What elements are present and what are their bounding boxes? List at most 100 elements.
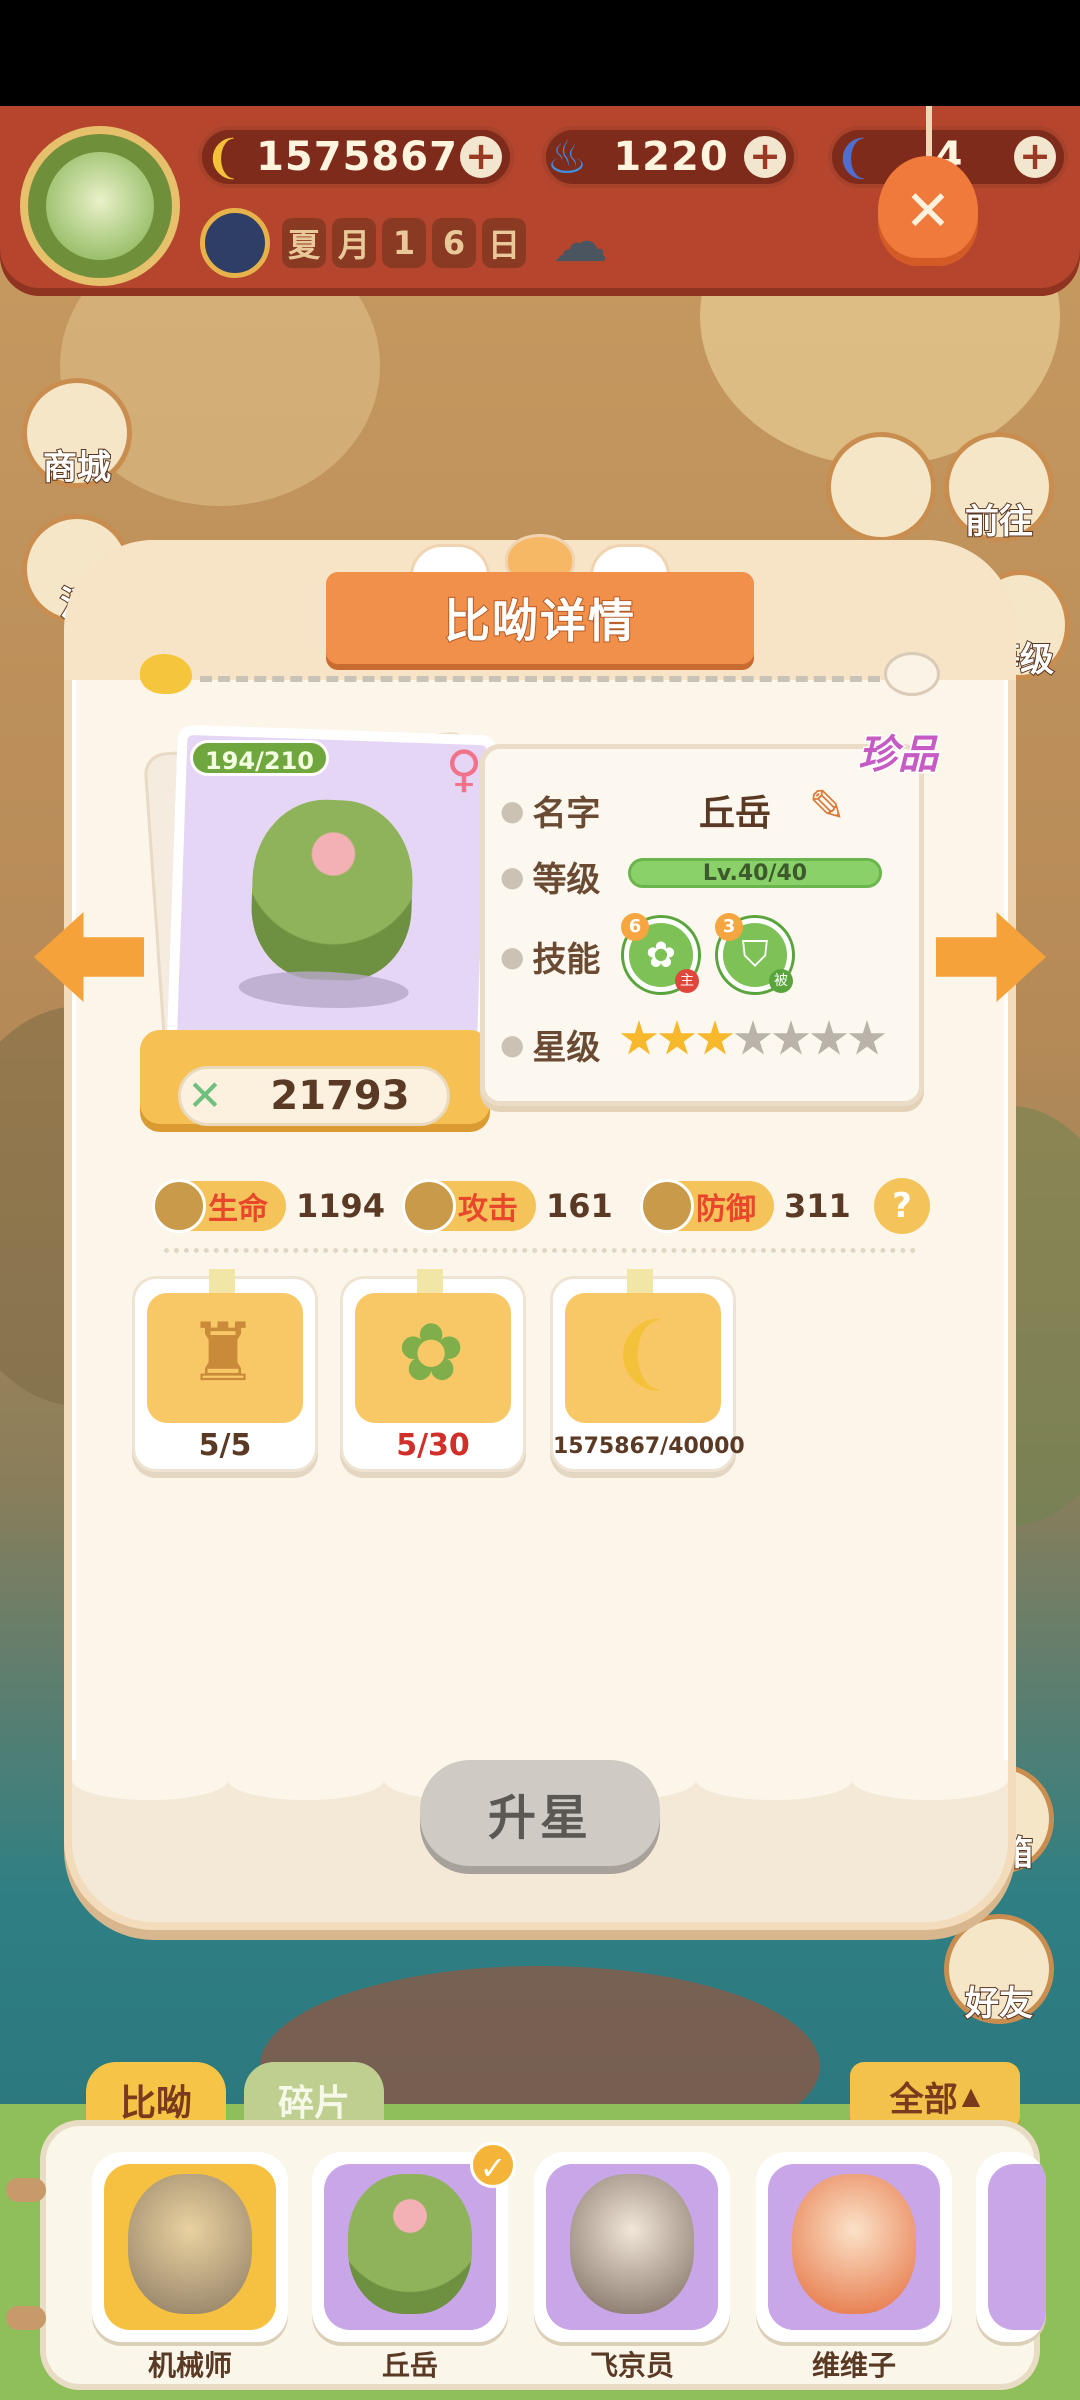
paw-icon: ● xyxy=(500,859,525,893)
banana-count: 1575867 xyxy=(256,134,458,180)
stat-defense: 防御 311 xyxy=(640,1178,851,1234)
add-flame-button[interactable]: + xyxy=(744,136,786,178)
stat-attack: 攻击 161 xyxy=(402,1178,613,1234)
shop-label: 商城 xyxy=(42,447,112,489)
check-icon: ✓ xyxy=(470,2142,516,2188)
pilot-portrait xyxy=(570,2174,694,2314)
date-char: 1 xyxy=(382,218,426,268)
day-night-clock-icon xyxy=(200,208,270,278)
avatar-image xyxy=(46,152,154,260)
date-char: 月 xyxy=(332,218,376,268)
pet-card[interactable] xyxy=(534,2152,730,2342)
date-char: 6 xyxy=(432,218,476,268)
star-label: 星级 xyxy=(532,1027,601,1068)
hp-icon xyxy=(152,1179,206,1233)
pet-name: 飞京员 xyxy=(589,2349,674,2382)
rarity-badge: 珍品 xyxy=(857,731,940,780)
statue-icon: ♜ xyxy=(187,1306,259,1399)
panel-title-ribbon: 比呦详情 xyxy=(326,572,754,664)
stat-label: 防御 xyxy=(696,1192,756,1227)
white-bird-icon xyxy=(884,652,940,696)
combat-power: ✕ 21793 xyxy=(178,1066,450,1126)
material-statue[interactable]: ♜ 5/5 xyxy=(132,1269,318,1472)
name-label: 名字 xyxy=(532,793,601,834)
add-blue-banana-button[interactable]: + xyxy=(1014,136,1056,178)
stat-hp: 生命 1194 xyxy=(152,1178,385,1234)
hook-decoration xyxy=(6,2306,46,2330)
skill-level: 6 xyxy=(621,913,649,941)
friends-button[interactable]: 好友 xyxy=(944,1914,1054,2025)
close-button[interactable]: ✕ xyxy=(878,106,978,272)
skill-level: 3 xyxy=(715,913,743,941)
weiweizi-portrait xyxy=(792,2174,916,2314)
shop-button[interactable]: 商城 xyxy=(22,378,132,489)
pet-card[interactable] xyxy=(92,2152,288,2342)
pet-card[interactable] xyxy=(756,2152,952,2342)
stat-label: 生命 xyxy=(208,1192,268,1227)
blue-flame-icon: ♨ xyxy=(546,130,588,184)
mechanic-portrait xyxy=(128,2174,252,2314)
goto-button[interactable]: 前往 xyxy=(944,432,1054,543)
character-name: 丘岳 xyxy=(698,793,771,834)
date-char: 夏 xyxy=(282,218,326,268)
skill-tag: 被 xyxy=(769,969,793,993)
skill-shield[interactable]: ⛉ 3 被 xyxy=(715,913,793,993)
skill-label: 技能 xyxy=(532,939,601,980)
character-sprite xyxy=(249,797,416,983)
name-row: ● 名字 xyxy=(500,780,600,840)
stat-value: 311 xyxy=(784,1187,851,1225)
star-empty-icon xyxy=(848,1020,886,1055)
material-shard[interactable]: ✿ 5/30 xyxy=(340,1269,526,1472)
star-filled-icon xyxy=(620,1020,658,1055)
star-empty-icon xyxy=(810,1020,848,1055)
material-banana[interactable]: ❨ 1575867/40000 xyxy=(550,1269,745,1472)
level-bar: Lv.40/40 xyxy=(628,858,882,888)
flame-currency: ♨ 1220 + xyxy=(542,126,798,188)
close-icon[interactable]: ✕ xyxy=(878,156,978,266)
shield-icon: ⛉ xyxy=(741,934,769,975)
stat-value: 161 xyxy=(546,1187,613,1225)
star-rating xyxy=(620,1020,886,1058)
attack-icon xyxy=(402,1179,456,1233)
status-bar xyxy=(0,0,1080,106)
stat-label: 攻击 xyxy=(458,1192,518,1227)
material-count: 5/30 xyxy=(396,1428,470,1463)
player-avatar[interactable] xyxy=(20,126,180,286)
stats-divider xyxy=(164,1248,916,1253)
paw-icon: ● xyxy=(500,939,525,973)
combat-power-value: 21793 xyxy=(270,1073,410,1119)
skill-row: ● 技能 xyxy=(500,926,600,986)
rain-cloud-icon[interactable]: ☁ xyxy=(540,210,620,280)
skill-tag: 主 xyxy=(675,969,699,993)
stat-value: 1194 xyxy=(296,1187,386,1225)
friends-label: 好友 xyxy=(964,1983,1034,2025)
star-filled-icon xyxy=(658,1020,696,1055)
date-char: 日 xyxy=(482,218,526,268)
calendar-date: 夏 月 1 6 日 xyxy=(200,208,580,278)
pet-name: 丘岳 xyxy=(381,2349,438,2382)
boomerang-button[interactable] xyxy=(826,432,936,542)
pencil-icon[interactable]: ✎ xyxy=(802,782,852,832)
star-up-button[interactable]: 升星 xyxy=(420,1760,660,1866)
qiuyue-portrait xyxy=(348,2174,472,2314)
pet-card-partial[interactable] xyxy=(976,2152,1046,2342)
skill-flower[interactable]: ✿ 6 主 xyxy=(621,913,699,993)
star-empty-icon xyxy=(734,1020,772,1055)
pet-card-bg xyxy=(988,2164,1046,2330)
help-button[interactable]: ? xyxy=(874,1178,930,1234)
material-count: 5/5 xyxy=(198,1428,252,1463)
star-empty-icon xyxy=(772,1020,810,1055)
header-divider xyxy=(200,676,880,682)
pet-name: 机械师 xyxy=(147,2349,232,2382)
caret-up-icon: ▲ xyxy=(961,2082,981,2110)
filter-label: 全部 xyxy=(889,2079,958,2120)
character-shadow xyxy=(238,968,410,1011)
panel-title: 比呦详情 xyxy=(443,593,636,649)
banana-currency: ❨ 1575867 + xyxy=(198,126,514,188)
add-banana-button[interactable]: + xyxy=(460,136,502,178)
flame-count: 1220 xyxy=(613,134,729,180)
defense-icon xyxy=(640,1179,694,1233)
material-count: 1575867/40000 xyxy=(553,1434,745,1459)
star-filled-icon xyxy=(696,1020,734,1055)
banana-icon: ❨ xyxy=(607,1306,675,1399)
